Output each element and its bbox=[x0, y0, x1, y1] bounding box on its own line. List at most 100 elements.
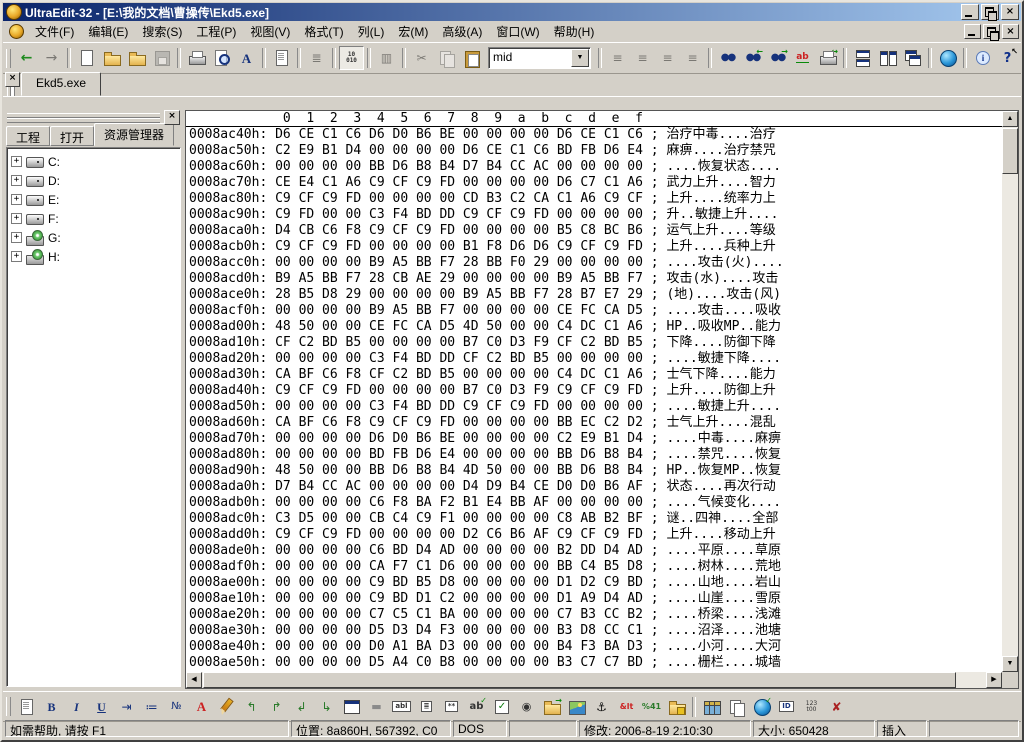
anchor-icon[interactable]: ⚓ bbox=[589, 695, 614, 719]
hex-row[interactable]: 0008ad50h: 00 00 00 00 C3 F4 BD DD C9 CF… bbox=[189, 399, 1002, 415]
panel-tab-3[interactable]: 资源管理器 bbox=[94, 123, 174, 146]
hex-row[interactable]: 0008ae40h: 00 00 00 00 D0 A1 BA D3 00 00… bbox=[189, 639, 1002, 655]
hex-row[interactable]: 0008ace0h: 28 B5 D8 29 00 00 00 00 B9 A5… bbox=[189, 287, 1002, 303]
about-icon[interactable] bbox=[970, 46, 995, 70]
panel-tab-2[interactable]: 打开 bbox=[50, 126, 94, 146]
paste-icon[interactable] bbox=[459, 46, 484, 70]
highlight-icon[interactable] bbox=[214, 695, 239, 719]
vertical-scroll-thumb[interactable] bbox=[1002, 128, 1018, 174]
hex-row[interactable]: 0008ad80h: 00 00 00 00 BD FB D6 E4 00 00… bbox=[189, 447, 1002, 463]
expand-icon[interactable]: + bbox=[11, 251, 22, 262]
print-icon[interactable] bbox=[184, 46, 209, 70]
panel-tab-1[interactable]: 工程 bbox=[6, 126, 50, 146]
combo-dropdown-button[interactable]: ▼ bbox=[571, 49, 589, 67]
expand-icon[interactable]: + bbox=[11, 213, 22, 224]
hex-row[interactable]: 0008ac40h: D6 CE C1 C6 D6 D0 B6 BE 00 00… bbox=[189, 127, 1002, 143]
mdi-restore-button[interactable] bbox=[983, 24, 1000, 39]
vertical-scrollbar[interactable]: ▲ ▼ bbox=[1002, 111, 1018, 672]
replace-icon[interactable]: ab bbox=[790, 46, 815, 70]
tab-close-button[interactable]: × bbox=[5, 72, 20, 87]
tree-item-f[interactable]: +F: bbox=[11, 209, 180, 228]
expand-icon[interactable]: + bbox=[11, 194, 22, 205]
spell-check-icon[interactable]: ab✓ bbox=[464, 695, 489, 719]
tab-bar-grip[interactable] bbox=[7, 87, 11, 96]
justify-right-icon[interactable]: ↲ bbox=[289, 695, 314, 719]
horizontal-rule-icon[interactable]: ▬ bbox=[364, 695, 389, 719]
cascade-windows-icon[interactable] bbox=[900, 46, 925, 70]
mdi-close-button[interactable]: × bbox=[1002, 24, 1019, 39]
expand-icon[interactable]: + bbox=[11, 232, 22, 243]
justify-full-icon[interactable]: ↳ bbox=[314, 695, 339, 719]
find-icon[interactable]: ●● bbox=[715, 46, 740, 70]
search-document-icon[interactable] bbox=[209, 46, 234, 70]
minimize-button[interactable] bbox=[961, 4, 979, 20]
template-list-icon[interactable] bbox=[269, 46, 294, 70]
file-tab-ekd5[interactable]: Ekd5.exe bbox=[21, 72, 101, 96]
hex-row[interactable]: 0008ad00h: 48 50 00 00 CE FC CA D5 4D 50… bbox=[189, 319, 1002, 335]
hex-row[interactable]: 0008add0h: C9 CF C9 FD 00 00 00 00 D2 C6… bbox=[189, 527, 1002, 543]
new-file-icon[interactable] bbox=[74, 46, 99, 70]
hex-row[interactable]: 0008ad30h: CA BF C6 F8 CF C2 BD B5 00 00… bbox=[189, 367, 1002, 383]
hex-row[interactable]: 0008ae50h: 00 00 00 00 D5 A4 C0 B8 00 00… bbox=[189, 655, 1002, 671]
menu-item-4[interactable]: 工程(P) bbox=[189, 21, 243, 42]
italic-icon[interactable]: I bbox=[64, 695, 89, 719]
hex-row[interactable]: 0008ad40h: C9 CF C9 FD 00 00 00 00 B7 C0… bbox=[189, 383, 1002, 399]
scroll-right-button[interactable]: ▶ bbox=[986, 672, 1002, 688]
horizontal-scroll-thumb[interactable] bbox=[203, 672, 956, 688]
font-color-icon[interactable]: A bbox=[189, 695, 214, 719]
scroll-down-button[interactable]: ▼ bbox=[1002, 656, 1018, 672]
toolbar-grip[interactable] bbox=[6, 49, 11, 68]
html-entity-icon[interactable]: &lt bbox=[614, 695, 639, 719]
hex-row[interactable]: 0008ad10h: CF C2 BD B5 00 00 00 00 B7 C0… bbox=[189, 335, 1002, 351]
menu-item-7[interactable]: 列(L) bbox=[351, 21, 392, 42]
open-project-icon[interactable] bbox=[124, 46, 149, 70]
hex-row[interactable]: 0008acf0h: 00 00 00 00 B9 A5 BB F7 00 00… bbox=[189, 303, 1002, 319]
text-field-icon[interactable]: abl bbox=[389, 695, 414, 719]
bullet-list-icon[interactable]: ≔ bbox=[139, 695, 164, 719]
insert-form-icon[interactable]: → bbox=[539, 695, 564, 719]
horizontal-scrollbar[interactable]: ◀ ▶ bbox=[186, 672, 1002, 688]
hex-row[interactable]: 0008acd0h: B9 A5 BB F7 28 CB AE 29 00 00… bbox=[189, 271, 1002, 287]
hex-row[interactable]: 0008adb0h: 00 00 00 00 C6 F8 BA F2 B1 E4… bbox=[189, 495, 1002, 511]
mdi-minimize-button[interactable] bbox=[964, 24, 981, 39]
renumber-lines-icon[interactable]: 123 t00 bbox=[799, 695, 824, 719]
expand-icon[interactable]: + bbox=[11, 175, 22, 186]
title-bar[interactable]: UltraEdit-32 - [E:\我的文档\曹操传\Ekd5.exe] × bbox=[3, 3, 1021, 21]
radio-button-icon[interactable]: ◉ bbox=[514, 695, 539, 719]
tree-item-c[interactable]: +C: bbox=[11, 152, 180, 171]
scroll-left-button[interactable]: ◀ bbox=[186, 672, 202, 688]
panel-header[interactable]: × bbox=[5, 110, 182, 125]
hex-row[interactable]: 0008ac90h: C9 FD 00 00 C3 F4 BD DD C9 CF… bbox=[189, 207, 1002, 223]
insert-image-icon[interactable] bbox=[564, 695, 589, 719]
hex-row[interactable]: 0008ade0h: 00 00 00 00 C6 BD D4 AD 00 00… bbox=[189, 543, 1002, 559]
favorites-combo[interactable]: mid ▼ bbox=[488, 47, 591, 69]
context-help-icon[interactable]: ?↖ bbox=[995, 46, 1020, 70]
hex-row[interactable]: 0008ac70h: CE E4 C1 A6 C9 CF C9 FD 00 00… bbox=[189, 175, 1002, 191]
hex-edit-icon[interactable]: 10 010 bbox=[339, 46, 364, 70]
hex-row[interactable]: 0008acb0h: C9 CF C9 FD 00 00 00 00 B1 F8… bbox=[189, 239, 1002, 255]
hex-row[interactable]: 0008ad70h: 00 00 00 00 D6 D0 B6 BE 00 00… bbox=[189, 431, 1002, 447]
hex-row[interactable]: 0008acc0h: 00 00 00 00 B9 A5 BB F7 28 BB… bbox=[189, 255, 1002, 271]
checkbox-icon[interactable] bbox=[489, 695, 514, 719]
numbered-list-icon[interactable]: № bbox=[164, 695, 189, 719]
hex-row[interactable]: 0008ac50h: C2 E9 B1 D4 00 00 00 00 D6 CE… bbox=[189, 143, 1002, 159]
hex-row[interactable]: 0008ae10h: 00 00 00 00 C9 BD D1 C2 00 00… bbox=[189, 591, 1002, 607]
copy-formatted-icon[interactable] bbox=[724, 695, 749, 719]
id-attribute-icon[interactable]: ID bbox=[774, 695, 799, 719]
open-file-icon[interactable] bbox=[99, 46, 124, 70]
menu-item-9[interactable]: 高级(A) bbox=[435, 21, 489, 42]
underline-icon[interactable]: U bbox=[89, 695, 114, 719]
scroll-up-button[interactable]: ▲ bbox=[1002, 111, 1018, 127]
justify-center-icon[interactable]: ↱ bbox=[264, 695, 289, 719]
web-page-icon[interactable] bbox=[14, 695, 39, 719]
close-button[interactable]: × bbox=[1001, 4, 1019, 20]
hex-content[interactable]: 0008ac40h: D6 CE C1 C6 D6 D0 B6 BE 00 00… bbox=[186, 127, 1002, 672]
menu-item-3[interactable]: 搜索(S) bbox=[135, 21, 189, 42]
hex-row[interactable]: 0008ac80h: C9 CF C9 FD 00 00 00 00 CD B3… bbox=[189, 191, 1002, 207]
protect-file-icon[interactable] bbox=[664, 695, 689, 719]
tree-item-g[interactable]: +G: bbox=[11, 228, 180, 247]
hex-row[interactable]: 0008ae00h: 00 00 00 00 C9 BD B5 D8 00 00… bbox=[189, 575, 1002, 591]
html-tidy-icon[interactable]: ✘ bbox=[824, 695, 849, 719]
font-icon[interactable]: A bbox=[234, 46, 259, 70]
document-system-icon[interactable] bbox=[9, 24, 24, 39]
